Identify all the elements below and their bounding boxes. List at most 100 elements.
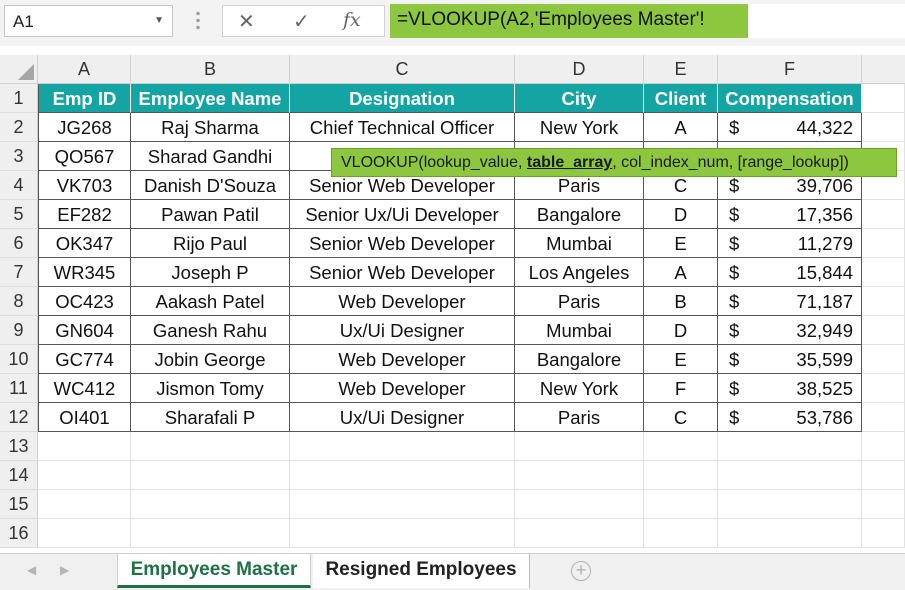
row-header-14[interactable]: 14 (0, 461, 38, 490)
cell[interactable]: Rijo Paul (131, 229, 290, 258)
cell[interactable] (644, 432, 718, 461)
cell[interactable] (862, 432, 905, 461)
row-header-13[interactable]: 13 (0, 432, 38, 461)
row-header-4[interactable]: 4 (0, 171, 38, 200)
cell[interactable]: Ux/Ui Designer (290, 403, 515, 432)
cell[interactable]: EF282 (38, 200, 131, 229)
cell[interactable] (644, 490, 718, 519)
cell[interactable] (290, 519, 515, 548)
scroll-left-icon[interactable]: ◀ (27, 563, 36, 577)
cell[interactable] (718, 490, 862, 519)
cell[interactable] (290, 490, 515, 519)
cell[interactable] (290, 432, 515, 461)
cell[interactable] (718, 461, 862, 490)
cell[interactable] (862, 84, 905, 113)
cell[interactable] (862, 461, 905, 490)
cell[interactable] (718, 432, 862, 461)
cell[interactable]: Web Developer (290, 374, 515, 403)
column-header-c[interactable]: C (290, 55, 515, 84)
column-header-g[interactable] (862, 55, 905, 84)
cell[interactable]: Chief Technical Officer (290, 113, 515, 142)
cell[interactable] (862, 258, 905, 287)
cell[interactable]: VK703 (38, 171, 131, 200)
cell[interactable]: Jobin George (131, 345, 290, 374)
cell[interactable] (131, 490, 290, 519)
row-header-6[interactable]: 6 (0, 229, 38, 258)
cell[interactable]: E (644, 229, 718, 258)
table-header-cell[interactable]: City (515, 84, 644, 113)
cell[interactable]: $17,356 (718, 200, 862, 229)
cell[interactable]: Senior Web Developer (290, 229, 515, 258)
name-box[interactable]: A1 ▼ (4, 5, 173, 37)
cell[interactable]: Sharafali P (131, 403, 290, 432)
cell[interactable] (515, 490, 644, 519)
cell[interactable]: $38,525 (718, 374, 862, 403)
cell[interactable]: F (644, 374, 718, 403)
cell[interactable]: $71,187 (718, 287, 862, 316)
table-header-cell[interactable]: Designation (290, 84, 515, 113)
cell[interactable]: QO567 (38, 142, 131, 171)
add-sheet-icon[interactable]: + (571, 561, 591, 581)
chevron-down-icon[interactable]: ▼ (154, 15, 164, 26)
checkmark-icon[interactable]: ✓ (293, 9, 310, 34)
cell[interactable]: Ganesh Rahu (131, 316, 290, 345)
table-header-cell[interactable]: Compensation (718, 84, 862, 113)
table-header-cell[interactable]: Employee Name (131, 84, 290, 113)
cell[interactable] (38, 490, 131, 519)
row-header-10[interactable]: 10 (0, 345, 38, 374)
cell[interactable] (862, 374, 905, 403)
cell[interactable]: Jismon Tomy (131, 374, 290, 403)
cell[interactable]: B (644, 287, 718, 316)
row-header-1[interactable]: 1 (0, 84, 38, 113)
cell[interactable]: A (644, 113, 718, 142)
sheet-tab-employees-master[interactable]: Employees Master (117, 554, 311, 588)
cell[interactable]: WR345 (38, 258, 131, 287)
cell[interactable]: New York (515, 113, 644, 142)
scroll-right-icon[interactable]: ▶ (60, 563, 69, 577)
cell[interactable]: $32,949 (718, 316, 862, 345)
cell[interactable]: Web Developer (290, 345, 515, 374)
row-header-8[interactable]: 8 (0, 287, 38, 316)
cell[interactable]: GN604 (38, 316, 131, 345)
row-header-11[interactable]: 11 (0, 374, 38, 403)
cell[interactable] (862, 403, 905, 432)
column-header-e[interactable]: E (644, 55, 718, 84)
cell[interactable] (862, 519, 905, 548)
cell[interactable]: Raj Sharma (131, 113, 290, 142)
cell[interactable]: New York (515, 374, 644, 403)
cell[interactable] (515, 519, 644, 548)
cell[interactable]: $11,279 (718, 229, 862, 258)
tooltip-current-argument[interactable]: table_array (527, 154, 612, 171)
cell[interactable]: $53,786 (718, 403, 862, 432)
row-header-16[interactable]: 16 (0, 519, 38, 548)
formula-input-empty-area[interactable] (748, 4, 905, 38)
column-header-d[interactable]: D (515, 55, 644, 84)
cell[interactable] (131, 432, 290, 461)
cell[interactable] (644, 461, 718, 490)
cell[interactable]: Paris (515, 403, 644, 432)
cell[interactable] (862, 200, 905, 229)
row-header-7[interactable]: 7 (0, 258, 38, 287)
cell[interactable]: Web Developer (290, 287, 515, 316)
cell[interactable] (644, 519, 718, 548)
cell[interactable] (862, 490, 905, 519)
cell[interactable] (38, 519, 131, 548)
cell[interactable]: OK347 (38, 229, 131, 258)
cell[interactable]: WC412 (38, 374, 131, 403)
insert-function-icon[interactable]: fx (343, 9, 361, 31)
cell[interactable]: Mumbai (515, 316, 644, 345)
cell[interactable]: Danish D'Souza (131, 171, 290, 200)
cell[interactable]: Senior Web Developer (290, 258, 515, 287)
cell[interactable]: Pawan Patil (131, 200, 290, 229)
sheet-tab-resigned-employees[interactable]: Resigned Employees (313, 554, 530, 588)
cell[interactable]: OI401 (38, 403, 131, 432)
row-header-3[interactable]: 3 (0, 142, 38, 171)
cell[interactable] (38, 432, 131, 461)
cell[interactable] (862, 316, 905, 345)
function-argument-tooltip[interactable]: VLOOKUP(lookup_value, table_array, col_i… (331, 148, 897, 177)
cell[interactable] (515, 461, 644, 490)
cell[interactable] (131, 461, 290, 490)
cell[interactable] (515, 432, 644, 461)
cell[interactable] (862, 287, 905, 316)
cell[interactable]: GC774 (38, 345, 131, 374)
